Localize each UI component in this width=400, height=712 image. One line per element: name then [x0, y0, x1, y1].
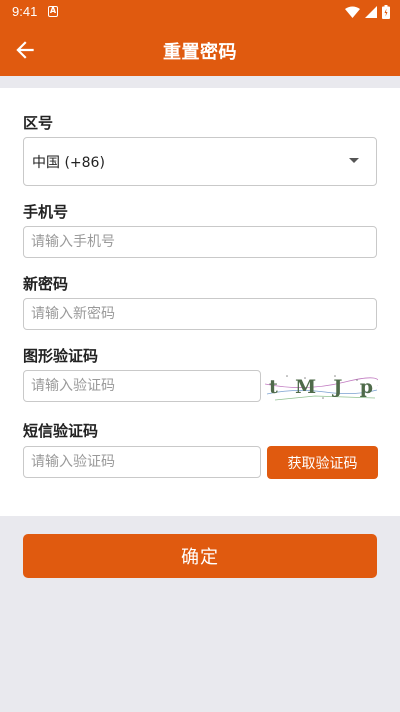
new-password-input[interactable] [24, 299, 376, 329]
phone-field [23, 226, 377, 258]
reset-password-form: 区号 中国 (+86) 手机号 新密码 图形验证码 tMJp 短信验证码 获取验… [0, 88, 400, 516]
notification-icon: A [48, 6, 58, 17]
top-gap [0, 76, 400, 88]
region-select-value: 中国 (+86) [32, 155, 105, 171]
captcha-image[interactable]: tMJp [265, 370, 378, 402]
page-title: 重置密码 [163, 42, 237, 63]
region-label: 区号 [23, 114, 54, 132]
status-icons [345, 5, 390, 19]
sms-code-input[interactable] [24, 447, 260, 477]
phone-label: 手机号 [23, 203, 69, 221]
status-bar: 9:41 A [0, 0, 400, 24]
wifi-icon [345, 6, 360, 18]
captcha-input[interactable] [24, 371, 260, 401]
sms-code-field [23, 446, 261, 478]
new-password-label: 新密码 [23, 275, 69, 293]
status-time: 9:41 [12, 4, 38, 19]
new-password-field [23, 298, 377, 330]
confirm-button[interactable]: 确定 [23, 534, 377, 578]
signal-icon [365, 6, 377, 18]
region-select[interactable]: 中国 (+86) [23, 137, 377, 186]
dropdown-arrow-icon [349, 158, 359, 163]
app-bar: 重置密码 [0, 24, 400, 76]
captcha-label: 图形验证码 [23, 347, 99, 365]
sms-code-label: 短信验证码 [23, 422, 99, 440]
battery-icon [382, 5, 390, 19]
captcha-field [23, 370, 261, 402]
phone-input[interactable] [24, 227, 376, 257]
get-sms-code-button[interactable]: 获取验证码 [267, 446, 378, 479]
